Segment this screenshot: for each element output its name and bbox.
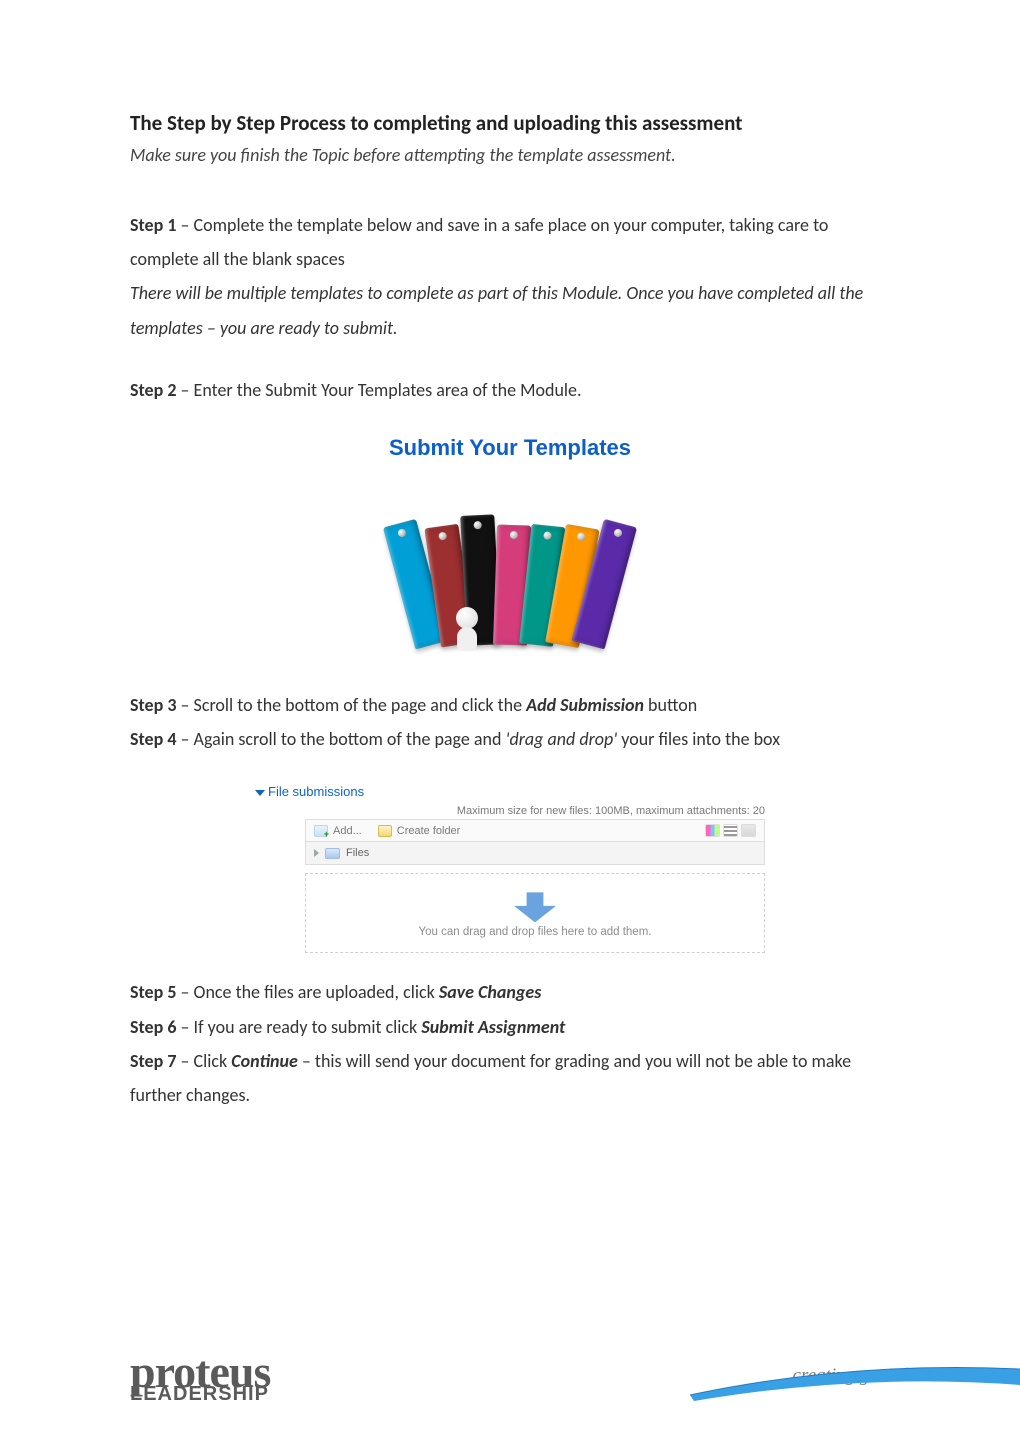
download-arrow-icon (514, 892, 556, 922)
view-list-button[interactable] (723, 824, 738, 837)
step-4-label: Step 4 (130, 728, 176, 750)
step-6-label: Step 6 (130, 1016, 176, 1038)
step-4-text-b: your files into the box (617, 728, 780, 750)
create-folder-icon (378, 825, 392, 837)
step-1: Step 1 – Complete the template below and… (130, 208, 890, 345)
view-tree-button[interactable] (741, 824, 756, 837)
page-footer: proteus LEADERSHIP creating great leader… (130, 1351, 1020, 1403)
submit-templates-illustration: Submit Your Templates (130, 435, 890, 650)
max-size-text: Maximum size for new files: 100MB, maxim… (255, 805, 765, 817)
step-2-text: – Enter the Submit Your Templates area o… (176, 379, 581, 401)
drag-and-drop-term: 'drag and drop' (506, 728, 618, 750)
page-title: The Step by Step Process to completing a… (130, 110, 890, 136)
proteus-logo: proteus LEADERSHIP (130, 1354, 270, 1403)
create-folder-label: Create folder (397, 825, 461, 837)
add-file-label: Add... (333, 825, 362, 837)
step-4: Step 4 – Again scroll to the bottom of t… (130, 722, 890, 756)
step-6-text: – If you are ready to submit click (176, 1016, 421, 1038)
view-icons-button[interactable] (705, 824, 720, 837)
save-changes-term: Save Changes (439, 981, 542, 1003)
continue-term: Continue (231, 1050, 298, 1072)
add-file-button[interactable]: Add... (314, 825, 362, 837)
file-submissions-header[interactable]: File submissions (255, 784, 765, 799)
files-breadcrumb[interactable]: Files (305, 842, 765, 865)
step-5: Step 5 – Once the files are uploaded, cl… (130, 975, 890, 1009)
file-submissions-label: File submissions (268, 784, 364, 799)
file-toolbar: Add... Create folder (305, 819, 765, 842)
expand-icon (314, 849, 319, 857)
step-5-label: Step 5 (130, 981, 176, 1003)
step-2: Step 2 – Enter the Submit Your Templates… (130, 373, 890, 407)
step-1-text-b: There will be multiple templates to comp… (130, 276, 890, 344)
step-7-label: Step 7 (130, 1050, 176, 1072)
binders-graphic (360, 475, 660, 645)
step-5-text: – Once the files are uploaded, click (176, 981, 438, 1003)
add-submission-term: Add Submission (526, 694, 644, 716)
page-subtitle: Make sure you finish the Topic before at… (130, 144, 890, 166)
file-submissions-screenshot: File submissions Maximum size for new fi… (130, 784, 890, 953)
logo-text-bottom: LEADERSHIP (130, 1387, 270, 1403)
dropzone-text: You can drag and drop files here to add … (316, 926, 754, 938)
step-3-label: Step 3 (130, 694, 176, 716)
figurine-icon (456, 607, 478, 651)
folder-icon (325, 848, 340, 859)
submit-templates-heading: Submit Your Templates (360, 435, 660, 461)
submit-assignment-term: Submit Assignment (421, 1016, 565, 1038)
step-3: Step 3 – Scroll to the bottom of the pag… (130, 688, 890, 722)
step-1-label: Step 1 (130, 214, 176, 236)
tagline-area: creating great leaders (690, 1351, 1020, 1403)
step-3-text-b: button (644, 694, 697, 716)
add-file-icon (314, 825, 328, 837)
step-4-text-a: – Again scroll to the bottom of the page… (176, 728, 505, 750)
files-label: Files (346, 847, 369, 859)
step-7-text-a: – Click (176, 1050, 231, 1072)
step-3-text-a: – Scroll to the bottom of the page and c… (176, 694, 526, 716)
file-dropzone[interactable]: You can drag and drop files here to add … (305, 873, 765, 953)
swoosh-icon (690, 1355, 1020, 1405)
create-folder-button[interactable]: Create folder (378, 825, 461, 837)
step-6: Step 6 – If you are ready to submit clic… (130, 1010, 890, 1044)
step-7: Step 7 – Click Continue – this will send… (130, 1044, 890, 1112)
step-1-text-a: – Complete the template below and save i… (130, 214, 828, 270)
collapse-icon (255, 790, 265, 796)
step-2-label: Step 2 (130, 379, 176, 401)
